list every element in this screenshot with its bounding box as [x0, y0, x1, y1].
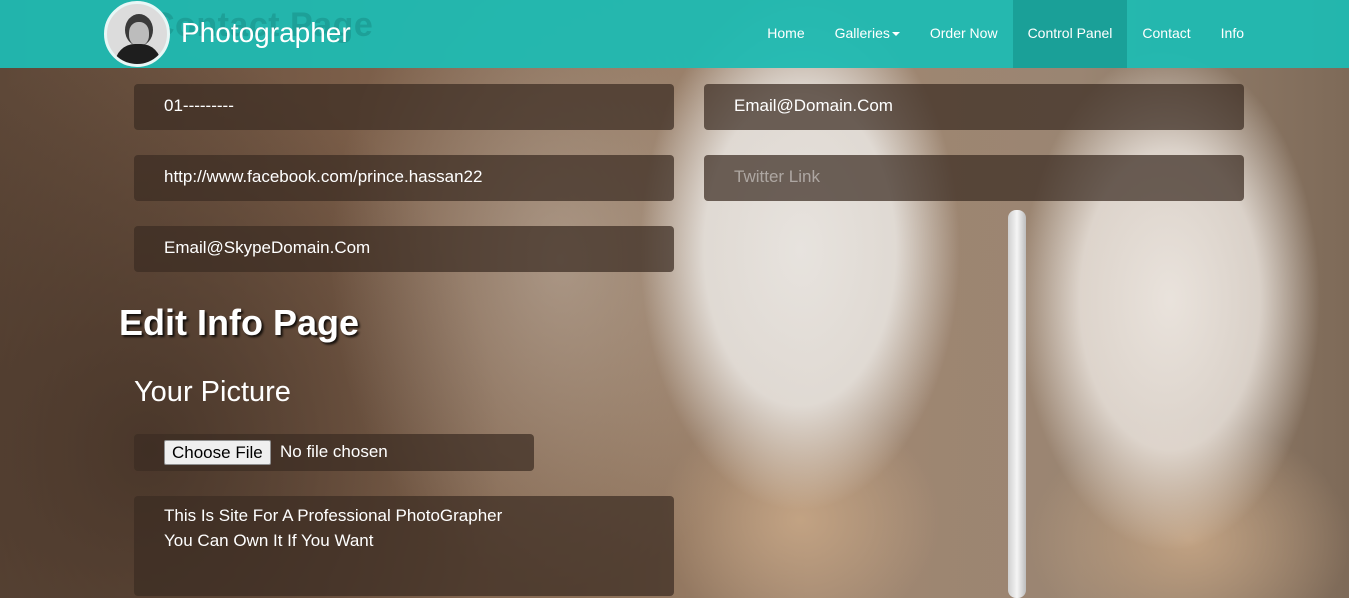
umbrella-pole	[1008, 210, 1026, 598]
nav-info[interactable]: Info	[1206, 0, 1259, 68]
about-line-2: You Can Own It If You Want	[164, 531, 374, 550]
facebook-field[interactable]: http://www.facebook.com/prince.hassan22	[134, 155, 674, 201]
email-field[interactable]: Email@Domain.Com	[704, 84, 1244, 130]
nav-contact-label: Contact	[1142, 25, 1191, 41]
nav-home-label: Home	[767, 25, 805, 41]
brand-name[interactable]: Photographer	[181, 17, 351, 49]
nav-galleries-label: Galleries	[834, 25, 890, 41]
avatar[interactable]	[104, 1, 170, 67]
file-status: No file chosen	[280, 442, 388, 461]
navbar: Contact Page Photographer Home Galleries…	[0, 0, 1349, 68]
avatar-body	[115, 44, 161, 64]
nav-control-panel[interactable]: Control Panel	[1012, 0, 1128, 68]
skype-field[interactable]: Email@SkypeDomain.Com	[134, 226, 674, 272]
nav-contact[interactable]: Contact	[1127, 0, 1205, 68]
nav-galleries[interactable]: Galleries	[820, 0, 915, 68]
about-line-1: This Is Site For A Professional PhotoGra…	[164, 506, 503, 525]
edit-info-heading: Edit Info Page	[119, 302, 360, 343]
caret-down-icon	[891, 32, 900, 37]
nav-order-now[interactable]: Order Now	[915, 0, 1013, 68]
file-input[interactable]: Choose File No file chosen	[134, 434, 534, 471]
choose-file-button[interactable]: Choose File	[164, 440, 271, 465]
nav-menu: Home Galleries Order Now Control Panel C…	[752, 0, 1259, 68]
phone-field[interactable]: 01---------	[134, 84, 674, 130]
nav-home[interactable]: Home	[752, 0, 819, 68]
twitter-field[interactable]: Twitter Link	[704, 155, 1244, 201]
nav-control-panel-label: Control Panel	[1027, 25, 1113, 41]
your-picture-heading: Your Picture	[134, 376, 291, 408]
nav-order-now-label: Order Now	[929, 25, 998, 41]
nav-info-label: Info	[1220, 25, 1244, 41]
avatar-face	[129, 22, 149, 46]
about-textarea[interactable]: This Is Site For A Professional PhotoGra…	[134, 496, 674, 596]
